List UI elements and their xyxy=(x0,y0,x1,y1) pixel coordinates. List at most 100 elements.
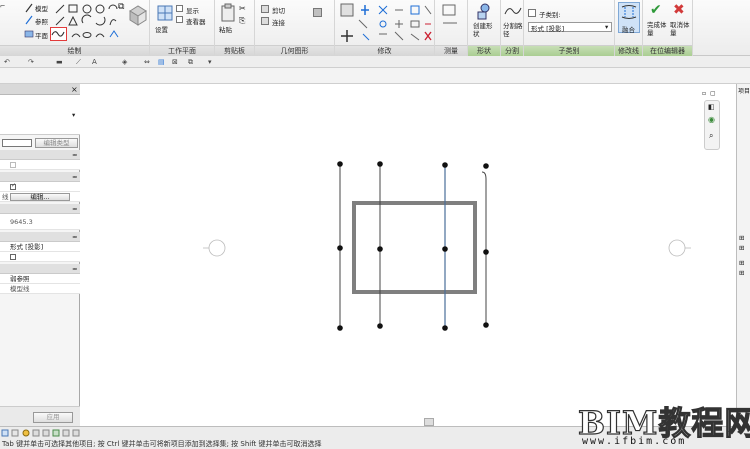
blend-button[interactable]: 融合 xyxy=(618,2,640,34)
ribbon: ⌐ 模型 参照 平面 ⧉ 绘制 设置 显示 查看器 工作平面 粘贴 ✂ ⎘ 剪贴… xyxy=(0,0,750,56)
inplace-editor-panel: ✔ 完成体量 ✖ 取消体量 在位编辑器 xyxy=(643,0,693,56)
join-geometry-icon[interactable] xyxy=(261,17,269,25)
expand-node-icon[interactable]: ⊞ xyxy=(739,269,744,277)
cut-geometry-icon[interactable] xyxy=(261,5,269,13)
horizontal-scroll-thumb[interactable] xyxy=(424,418,434,426)
thin-lines-icon[interactable]: ▤ xyxy=(158,58,165,66)
row-label: 线 xyxy=(2,193,9,201)
restore-view-icon[interactable]: ▢ xyxy=(710,90,716,97)
plane-icon[interactable] xyxy=(24,29,34,39)
view-control-bar[interactable] xyxy=(0,429,90,438)
geometry-panel: 剪切 连接 几何图形 xyxy=(255,0,335,56)
divide-path-icon[interactable] xyxy=(504,4,522,18)
reference-line-icon[interactable] xyxy=(24,15,34,25)
cancel-mass-button[interactable]: ✖ 取消体量 xyxy=(668,2,690,37)
show-icon[interactable] xyxy=(176,5,183,12)
chevron-down-icon: ▾ xyxy=(72,111,76,119)
project-browser-title: 项目 xyxy=(738,88,750,95)
set-label[interactable]: 设置 xyxy=(155,24,168,34)
copy-clip-icon[interactable]: ⎘ xyxy=(239,16,245,26)
edit-button[interactable]: 编辑... xyxy=(10,193,70,201)
finish-mass-label: 完成体量 xyxy=(647,21,667,37)
switch-windows-icon[interactable]: ⧉ xyxy=(188,58,193,67)
measure-icon[interactable] xyxy=(441,3,461,33)
right-level-marker xyxy=(668,239,686,257)
section-identity[interactable]: ≈ xyxy=(0,232,80,242)
section-icon[interactable]: ⇔ xyxy=(144,58,150,66)
join-label[interactable]: 连接 xyxy=(272,17,285,27)
workplane-panel-title: 工作平面 xyxy=(150,45,214,56)
cut-label[interactable]: 剪切 xyxy=(272,5,285,15)
type-selector[interactable]: ▾ xyxy=(0,95,80,135)
quick-access-toolbar: ↶ ↷ ▬ ⟋ A ◈ ⇔ ▤ ⊠ ⧉ ▾ xyxy=(0,56,750,68)
properties-footer: 应用 xyxy=(0,406,80,426)
viewer-icon[interactable] xyxy=(176,16,183,23)
property-row xyxy=(0,160,80,170)
subcategory-select[interactable]: 形式 [投影] ▾ xyxy=(528,22,612,33)
apply-button[interactable]: 应用 xyxy=(33,412,73,423)
expand-node-icon[interactable]: ⊞ xyxy=(739,259,744,267)
modify-line-panel-title: 修改线 xyxy=(615,45,642,56)
chevron-down-icon: ▾ xyxy=(605,23,609,31)
vertex-point xyxy=(337,161,343,167)
length-row: 9645.3 xyxy=(0,214,80,230)
section-constraints[interactable]: ≈ xyxy=(0,150,80,160)
close-icon[interactable]: × xyxy=(71,85,78,94)
tag-icon[interactable]: ⟋ xyxy=(76,58,81,67)
geometry-panel-title: 几何图形 xyxy=(255,45,334,56)
section-graphics[interactable]: ≈ xyxy=(0,172,80,182)
view-controls[interactable]: ▫ ▢ xyxy=(702,90,722,100)
draw-panel-title: 绘制 xyxy=(0,45,149,56)
expand-node-icon[interactable]: ⊞ xyxy=(739,234,744,242)
form-panel-title: 形状 xyxy=(468,45,500,56)
vertex-point xyxy=(377,161,383,167)
measure-panel: 测量 xyxy=(435,0,468,56)
modify-tools-grid[interactable] xyxy=(339,2,433,44)
zoom-icon[interactable]: ⌕ xyxy=(709,131,713,141)
redo-icon[interactable]: ↷ xyxy=(28,58,34,66)
canvas-drawing xyxy=(203,161,691,331)
model-line-icon[interactable] xyxy=(24,3,34,13)
measure-quick-icon[interactable]: ▬ xyxy=(56,58,63,66)
finish-mass-button[interactable]: ✔ 完成体量 xyxy=(645,2,667,37)
edit-type-button[interactable]: 编辑类型 xyxy=(35,138,78,148)
minimize-view-icon[interactable]: ▫ xyxy=(702,90,706,97)
expand-node-icon[interactable]: ⊞ xyxy=(739,244,744,252)
create-form-label[interactable]: 创建形状 xyxy=(473,22,497,38)
paste-icon[interactable] xyxy=(220,3,236,23)
plane-label[interactable]: 平面 xyxy=(35,30,48,40)
paste-label[interactable]: 粘贴 xyxy=(219,24,232,34)
visibility-row: 线 编辑... xyxy=(0,192,80,202)
set-workplane-icon[interactable] xyxy=(156,4,174,22)
view-3d-icon[interactable]: ◈ xyxy=(122,58,127,66)
pick-lines-icon[interactable]: ⧉ xyxy=(118,2,124,12)
instance-filter[interactable] xyxy=(2,139,32,147)
customize-qat-icon[interactable]: ▾ xyxy=(208,58,212,66)
vertex-point xyxy=(483,163,489,169)
steering-wheel-icon[interactable]: ◉ xyxy=(708,115,715,124)
text-icon[interactable]: A xyxy=(92,58,97,66)
cut-clip-icon[interactable]: ✂ xyxy=(239,4,246,13)
close-windows-icon[interactable]: ⊠ xyxy=(172,58,178,66)
model-label[interactable]: 模型 xyxy=(35,3,48,13)
section-other[interactable]: ≈ xyxy=(0,264,80,274)
navigation-bar[interactable]: ◧ ◉ ⌕ xyxy=(704,100,720,150)
viewer-label[interactable]: 查看器 xyxy=(186,16,206,26)
subcategory-row[interactable]: 形式 [投影] xyxy=(0,242,80,252)
undo-icon[interactable]: ↶ xyxy=(4,58,10,66)
geometry-tool-icon[interactable] xyxy=(313,8,322,17)
view-cube-icon[interactable]: ◧ xyxy=(708,103,715,111)
divide-path-label[interactable]: 分割路径 xyxy=(503,22,523,38)
vertex-point xyxy=(337,325,343,331)
3d-cube-icon[interactable] xyxy=(128,3,148,43)
spline-tool-button[interactable] xyxy=(50,27,67,41)
show-label[interactable]: 显示 xyxy=(186,5,199,15)
workplane-panel: 设置 显示 查看器 工作平面 xyxy=(150,0,215,56)
reference-label[interactable]: 参照 xyxy=(35,16,48,26)
drawing-canvas[interactable]: ▫ ▢ ◧ ◉ ⌕ xyxy=(80,84,736,426)
property-checkbox[interactable] xyxy=(10,254,16,260)
length-value: 9645.3 xyxy=(10,218,33,226)
section-dimensions[interactable]: ≈ xyxy=(0,204,80,214)
create-form-icon[interactable] xyxy=(476,2,494,20)
clipboard-panel: 粘贴 ✂ ⎘ 剪贴板 xyxy=(215,0,255,56)
